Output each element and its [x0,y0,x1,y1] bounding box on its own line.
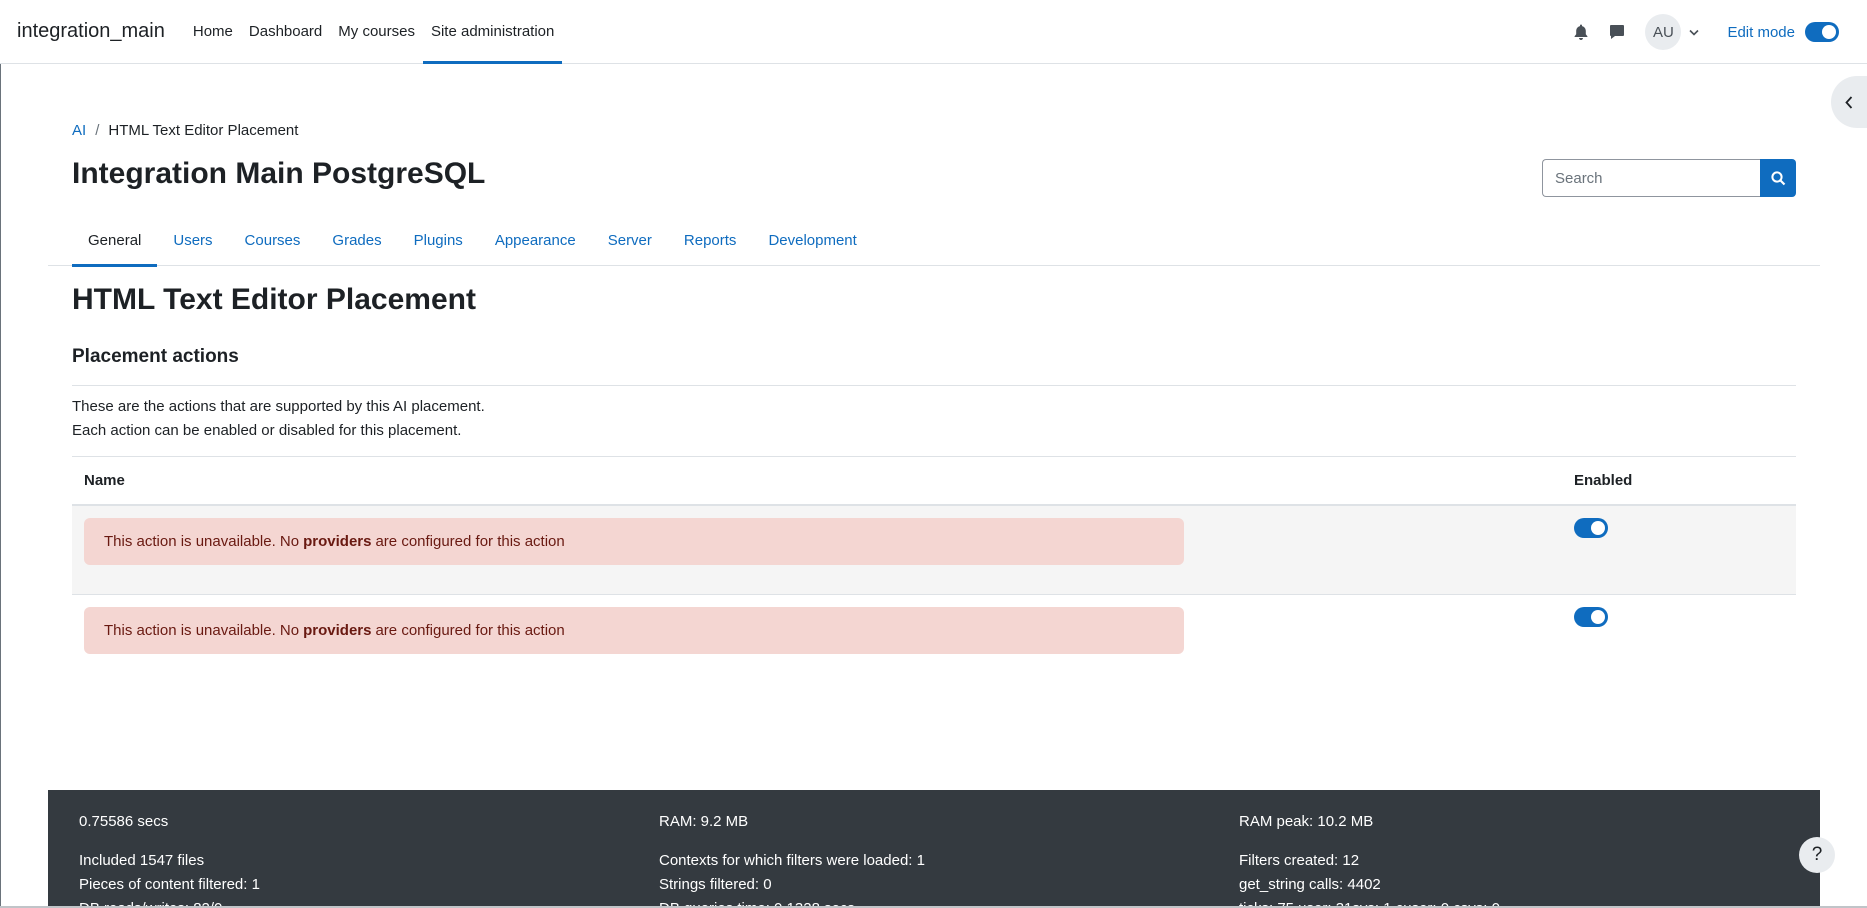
footer-column: RAM peak: 10.2 MB Filters created: 12 ge… [1239,810,1500,908]
tab-general[interactable]: General [72,214,158,267]
perf-stat: get_string calls: 4402 [1239,876,1381,893]
perf-stat: Strings filtered: 0 [659,876,772,893]
notifications-button[interactable] [1567,18,1595,46]
unavailable-alert: This action is unavailable. No providers… [84,518,1184,565]
bell-icon [1575,24,1588,40]
edit-mode-label: Edit mode [1727,23,1795,41]
table-header: Name Enabled [72,456,1796,506]
tab-appearance[interactable]: Appearance [479,214,592,266]
perf-stat: RAM peak: 10.2 MB [1239,813,1374,830]
admin-tabs: General Users Courses Grades Plugins App… [48,214,1820,267]
description-line: These are the actions that are supported… [72,398,485,415]
page-title: Integration Main PostgreSQL [72,157,486,190]
description-line: Each action can be enabled or disabled f… [72,422,462,439]
alert-text: This action is unavailable. No [104,622,300,639]
edit-mode-toggle[interactable] [1805,22,1839,42]
column-header-enabled: Enabled [1574,472,1633,489]
breadcrumb: AI / HTML Text Editor Placement [72,122,298,139]
alert-text: are configured for this action [375,533,565,550]
window-edge [0,0,1,908]
breadcrumb-separator: / [95,122,100,139]
placement-actions-title: Placement actions [72,346,239,367]
tab-grades[interactable]: Grades [316,214,397,266]
table-row: This action is unavailable. No providers… [72,506,1796,595]
help-button[interactable]: ? [1799,837,1835,873]
alert-text: This action is unavailable. No [104,533,300,550]
nav-home[interactable]: Home [185,0,241,64]
perf-stat: Contexts for which filters were loaded: … [659,852,925,869]
messages-button[interactable] [1603,18,1631,46]
column-header-name: Name [84,472,125,489]
search-button[interactable] [1760,159,1796,197]
admin-search [1542,159,1796,197]
user-nav: AU Edit mode [1567,0,1867,64]
user-avatar[interactable]: AU [1645,14,1682,50]
footer-column: RAM: 9.2 MB Contexts for which filters w… [659,810,925,908]
perf-stat: Filters created: 12 [1239,852,1360,869]
tab-development[interactable]: Development [752,214,872,266]
chat-icon [1610,25,1625,39]
chevron-down-icon [1689,29,1700,36]
nav-site-administration[interactable]: Site administration [422,0,563,64]
nav-my-courses[interactable]: My courses [330,0,423,64]
tab-courses[interactable]: Courses [229,214,317,266]
performance-footer: 0.75586 secs Included 1547 files Pieces … [48,790,1820,908]
breadcrumb-ai[interactable]: AI [72,122,86,139]
placement-description: These are the actions that are supported… [72,395,485,443]
alert-text-bold: providers [303,622,372,639]
alert-text-bold: providers [303,533,372,550]
perf-stat: RAM: 9.2 MB [659,813,749,830]
tab-reports[interactable]: Reports [668,214,753,266]
divider [72,385,1796,386]
site-brand[interactable]: integration_main [17,20,165,43]
tab-server[interactable]: Server [592,214,668,266]
chevron-left-icon [1845,95,1853,109]
enabled-toggle[interactable] [1574,607,1608,627]
perf-stat: Included 1547 files [79,852,205,869]
enabled-toggle[interactable] [1574,518,1608,538]
search-input[interactable] [1542,159,1760,197]
footer-column: 0.75586 secs Included 1547 files Pieces … [79,810,260,908]
alert-text: are configured for this action [375,622,565,639]
perf-stat: 0.75586 secs [79,813,169,830]
user-menu-toggle[interactable] [1689,29,1700,36]
nav-dashboard[interactable]: Dashboard [241,0,330,64]
tab-users[interactable]: Users [157,214,228,266]
section-heading: HTML Text Editor Placement [72,283,476,316]
primary-navigation: Home Dashboard My courses Site administr… [185,0,563,64]
unavailable-alert: This action is unavailable. No providers… [84,607,1184,654]
perf-stat: Pieces of content filtered: 1 [79,876,260,893]
breadcrumb-current: HTML Text Editor Placement [108,122,299,139]
search-icon [1770,170,1785,185]
top-navbar: integration_main Home Dashboard My cours… [0,0,1867,64]
tab-plugins[interactable]: Plugins [398,214,479,266]
table-row: This action is unavailable. No providers… [72,595,1796,684]
block-drawer-toggle[interactable] [1831,76,1867,128]
actions-table: Name Enabled This action is unavailable.… [72,456,1796,684]
